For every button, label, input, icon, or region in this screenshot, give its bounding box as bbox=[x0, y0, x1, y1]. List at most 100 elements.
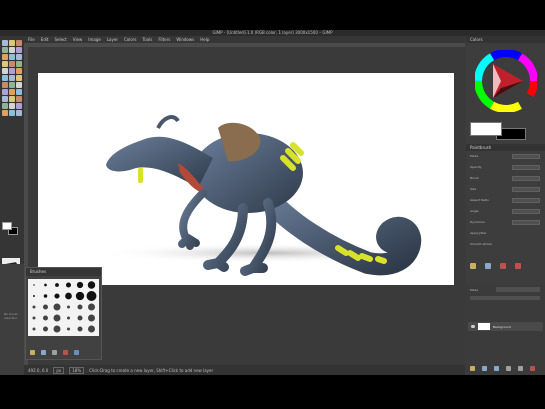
scissors-icon[interactable] bbox=[16, 47, 22, 53]
by-color-select-icon[interactable] bbox=[9, 47, 15, 53]
brush-thumbnails[interactable] bbox=[28, 279, 99, 336]
paths-icon[interactable] bbox=[9, 54, 15, 60]
ink-icon[interactable] bbox=[2, 103, 8, 109]
brush-thumbnail[interactable] bbox=[88, 303, 95, 311]
color-picker-icon[interactable] bbox=[16, 54, 22, 60]
option-dynamics[interactable]: Dynamics bbox=[470, 220, 542, 225]
move-icon[interactable] bbox=[16, 61, 22, 67]
brush-grid[interactable] bbox=[28, 279, 99, 336]
option-field[interactable] bbox=[512, 220, 540, 225]
smudge-icon[interactable] bbox=[2, 110, 8, 116]
clone-icon[interactable] bbox=[9, 103, 15, 109]
brush-thumbnail[interactable] bbox=[43, 304, 48, 310]
option-aspect[interactable]: Aspect Ratio bbox=[470, 198, 542, 203]
heal-icon[interactable] bbox=[16, 103, 22, 109]
new-brush-icon[interactable] bbox=[41, 350, 46, 355]
option-size[interactable]: Size bbox=[470, 187, 542, 192]
brush-thumbnail[interactable] bbox=[65, 282, 72, 288]
brush-thumbnail[interactable] bbox=[88, 325, 95, 333]
menu-file[interactable]: File bbox=[28, 37, 35, 42]
ellipse-select-icon[interactable] bbox=[9, 40, 15, 46]
brush-thumbnail[interactable] bbox=[32, 305, 36, 309]
text-icon[interactable] bbox=[16, 82, 22, 88]
brush-thumbnail[interactable] bbox=[44, 283, 47, 287]
brush-thumbnail[interactable] bbox=[32, 327, 36, 331]
new-layer-icon[interactable] bbox=[470, 366, 475, 371]
perspective-icon[interactable] bbox=[16, 75, 22, 81]
brush-thumbnail[interactable] bbox=[43, 294, 48, 298]
menu-filters[interactable]: Filters bbox=[158, 37, 170, 42]
brush-thumbnail[interactable] bbox=[67, 327, 70, 331]
brush-thumbnail[interactable] bbox=[53, 325, 61, 333]
option-field[interactable] bbox=[512, 187, 540, 192]
brush-thumbnail[interactable] bbox=[32, 316, 36, 320]
flip-icon[interactable] bbox=[2, 82, 8, 88]
scale-icon[interactable] bbox=[2, 75, 8, 81]
dock-fg-swatch[interactable] bbox=[470, 122, 502, 136]
option-field[interactable] bbox=[512, 209, 540, 214]
option-field[interactable] bbox=[512, 165, 540, 170]
menu-help[interactable]: Help bbox=[200, 37, 209, 42]
option-angle[interactable]: Angle bbox=[470, 209, 542, 214]
brush-thumbnail[interactable] bbox=[77, 304, 83, 310]
brush-thumbnail[interactable] bbox=[43, 315, 48, 321]
delete-brush-icon[interactable] bbox=[63, 350, 68, 355]
option-jitter[interactable]: Apply Jitter bbox=[470, 231, 542, 236]
layer-row[interactable]: Background bbox=[468, 322, 543, 331]
menu-select[interactable]: Select bbox=[54, 37, 66, 42]
brush-thumbnail[interactable] bbox=[77, 315, 83, 321]
unit-selector[interactable]: px bbox=[53, 366, 65, 374]
blur-icon[interactable] bbox=[16, 110, 22, 116]
fuzzy-select-icon[interactable] bbox=[2, 47, 8, 53]
brush-thumbnail[interactable] bbox=[87, 281, 96, 289]
delete-options-icon[interactable] bbox=[500, 263, 506, 269]
menu-tools[interactable]: Tools bbox=[143, 37, 153, 42]
brush-thumbnail[interactable] bbox=[54, 293, 60, 299]
fg-bg-colors[interactable] bbox=[2, 222, 22, 236]
zoom-icon[interactable] bbox=[2, 61, 8, 67]
paintbrush-icon[interactable] bbox=[2, 96, 8, 102]
foreground-color-swatch[interactable] bbox=[2, 222, 12, 230]
refresh-brushes-icon[interactable] bbox=[74, 350, 79, 355]
menu-image[interactable]: Image bbox=[88, 37, 101, 42]
image-canvas[interactable] bbox=[38, 73, 454, 285]
zoom-selector[interactable]: 18% bbox=[69, 366, 85, 374]
delete-layer-icon[interactable] bbox=[530, 366, 535, 371]
option-opacity[interactable]: Opacity bbox=[470, 165, 542, 170]
brush-thumbnail[interactable] bbox=[67, 316, 70, 320]
option-field[interactable] bbox=[512, 176, 540, 181]
blend-icon[interactable] bbox=[9, 89, 15, 95]
pencil-icon[interactable] bbox=[16, 89, 22, 95]
align-icon[interactable] bbox=[2, 68, 8, 74]
option-field[interactable] bbox=[512, 198, 540, 203]
menu-view[interactable]: View bbox=[73, 37, 83, 42]
horizontal-ruler[interactable] bbox=[24, 43, 465, 47]
anchor-layer-icon[interactable] bbox=[518, 366, 523, 371]
layer-mode-select[interactable] bbox=[496, 287, 540, 292]
menu-layer[interactable]: Layer bbox=[107, 37, 118, 42]
brush-thumbnail[interactable] bbox=[33, 295, 35, 297]
menu-edit[interactable]: Edit bbox=[41, 37, 49, 42]
airbrush-icon[interactable] bbox=[16, 96, 22, 102]
raise-layer-icon[interactable] bbox=[482, 366, 487, 371]
brush-thumbnail[interactable] bbox=[75, 291, 85, 301]
brush-thumbnail[interactable] bbox=[76, 281, 84, 289]
shear-icon[interactable] bbox=[9, 75, 15, 81]
eraser-icon[interactable] bbox=[9, 96, 15, 102]
save-options-icon[interactable] bbox=[470, 263, 476, 269]
menu-windows[interactable]: Windows bbox=[176, 37, 194, 42]
lower-layer-icon[interactable] bbox=[494, 366, 499, 371]
dodge-icon[interactable] bbox=[9, 110, 15, 116]
layer-opacity-slider[interactable] bbox=[470, 296, 540, 300]
edit-brush-icon[interactable] bbox=[30, 350, 35, 355]
brush-thumbnail[interactable] bbox=[67, 305, 70, 309]
brush-thumbnail[interactable] bbox=[88, 314, 95, 322]
free-select-icon[interactable] bbox=[16, 40, 22, 46]
cage-icon[interactable] bbox=[9, 82, 15, 88]
brush-thumbnail[interactable] bbox=[53, 314, 61, 322]
brush-thumbnail[interactable] bbox=[53, 303, 61, 311]
brush-thumbnail[interactable] bbox=[43, 326, 48, 332]
option-brush[interactable]: Brush bbox=[470, 176, 542, 181]
brush-thumbnail[interactable] bbox=[33, 284, 35, 286]
color-wheel[interactable] bbox=[475, 50, 537, 112]
